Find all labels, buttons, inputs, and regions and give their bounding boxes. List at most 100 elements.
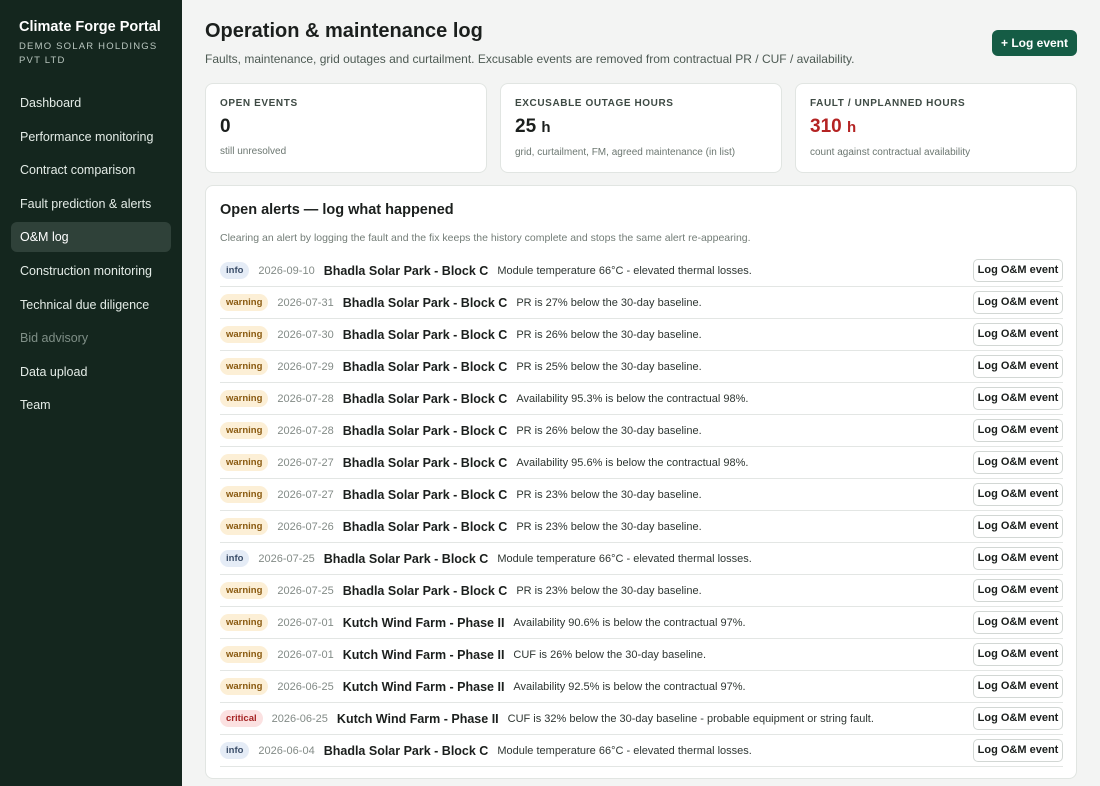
sidebar-item-fault-prediction-alerts[interactable]: Fault prediction & alerts xyxy=(11,189,171,219)
sidebar-item-bid-advisory: Bid advisory xyxy=(20,331,89,346)
alert-row: info 2026-07-25 Bhadla Solar Park - Block … xyxy=(220,543,1063,575)
log-om-event-button[interactable]: Log O&M event xyxy=(973,451,1063,474)
alert-date: 2026-07-25 xyxy=(277,584,334,597)
alert-site: Bhadla Solar Park - Block C xyxy=(342,423,508,438)
severity-badge: warning xyxy=(220,390,269,407)
alert-site: Kutch Wind Farm - Phase II xyxy=(342,615,505,630)
log-event-button[interactable]: + Log event xyxy=(992,30,1077,56)
alert-date: 2026-07-28 xyxy=(277,392,334,405)
sidebar-item-performance-monitoring[interactable]: Performance monitoring xyxy=(11,122,171,152)
alert-row: critical 2026-06-25 Kutch Wind Farm - Phas… xyxy=(220,703,1063,735)
alert-site: Bhadla Solar Park - Block C xyxy=(323,263,489,278)
severity-badge: warning xyxy=(220,326,269,343)
log-om-event-button[interactable]: Log O&M event xyxy=(973,643,1063,666)
alerts-list: info 2026-09-10 Bhadla Solar Park - Block … xyxy=(220,255,1063,767)
sidebar-item-technical-due-diligence[interactable]: Technical due diligence xyxy=(11,290,171,320)
log-om-event-button[interactable]: Log O&M event xyxy=(973,259,1063,282)
severity-badge: info xyxy=(220,262,250,279)
alert-row: warning 2026-07-30 Bhadla Solar Park - Blo… xyxy=(220,319,1063,351)
log-om-event-button[interactable]: Log O&M event xyxy=(973,675,1063,698)
alert-message: Availability 95.6% is below the contract… xyxy=(516,456,749,469)
alert-row: warning 2026-07-28 Bhadla Solar Park - Blo… xyxy=(220,383,1063,415)
sidebar: Climate Forge Portal DEMO SOLAR HOLDINGS… xyxy=(0,0,182,786)
alert-site: Kutch Wind Farm - Phase II xyxy=(342,679,505,694)
alert-site: Bhadla Solar Park - Block C xyxy=(342,359,508,374)
sidebar-item-dashboard[interactable]: Dashboard xyxy=(11,88,171,118)
alert-site: Bhadla Solar Park - Block C xyxy=(323,551,489,566)
page-subtitle: Faults, maintenance, grid outages and cu… xyxy=(205,52,855,66)
alert-message: Availability 92.5% is below the contract… xyxy=(513,680,746,693)
alert-site: Bhadla Solar Park - Block C xyxy=(342,455,508,470)
alert-row: warning 2026-07-28 Bhadla Solar Park - Blo… xyxy=(220,415,1063,447)
card-value-number: 310 xyxy=(810,116,842,137)
alert-date: 2026-06-25 xyxy=(271,712,328,725)
alert-row: info 2026-06-04 Bhadla Solar Park - Block … xyxy=(220,735,1063,767)
log-om-event-button[interactable]: Log O&M event xyxy=(973,483,1063,506)
sidebar-item-o-m-log[interactable]: O&M log xyxy=(11,222,171,253)
main-content: Operation & maintenance log Faults, main… xyxy=(182,0,1100,786)
log-om-event-button[interactable]: Log O&M event xyxy=(973,611,1063,634)
log-om-event-button[interactable]: Log O&M event xyxy=(973,355,1063,378)
severity-badge: warning xyxy=(220,646,269,663)
log-om-event-button[interactable]: Log O&M event xyxy=(973,739,1063,762)
card-value: 0 xyxy=(220,116,472,138)
alert-date: 2026-06-25 xyxy=(277,680,334,693)
alert-date: 2026-07-28 xyxy=(277,424,334,437)
severity-badge: critical xyxy=(220,710,263,727)
alert-row: warning 2026-07-01 Kutch Wind Farm - Phase… xyxy=(220,607,1063,639)
alert-message: Module temperature 66°C - elevated therm… xyxy=(497,552,752,565)
alert-row: warning 2026-07-25 Bhadla Solar Park - Blo… xyxy=(220,575,1063,607)
card-value-number: 25 xyxy=(515,116,537,137)
log-om-event-button[interactable]: Log O&M event xyxy=(973,387,1063,410)
brand-subtitle: DEMO SOLAR HOLDINGS PVT LTD xyxy=(19,41,158,66)
severity-badge: warning xyxy=(220,486,269,503)
panel-title: Open alerts — log what happened xyxy=(220,202,454,218)
sidebar-item-team[interactable]: Team xyxy=(11,390,171,420)
alert-message: Availability 90.6% is below the contract… xyxy=(513,616,746,629)
sidebar-item-construction-monitoring[interactable]: Construction monitoring xyxy=(11,256,171,286)
severity-badge: warning xyxy=(220,614,269,631)
severity-badge: warning xyxy=(220,358,269,375)
sidebar-nav: Dashboard Performance monitoring Contract … xyxy=(0,88,182,420)
alert-date: 2026-07-25 xyxy=(258,552,315,565)
severity-badge: warning xyxy=(220,582,269,599)
alert-date: 2026-07-01 xyxy=(277,616,334,629)
alert-date: 2026-07-31 xyxy=(277,296,334,309)
alert-site: Bhadla Solar Park - Block C xyxy=(342,391,508,406)
sidebar-item-data-upload[interactable]: Data upload xyxy=(11,357,171,387)
alert-site: Bhadla Solar Park - Block C xyxy=(323,743,489,758)
log-om-event-button[interactable]: Log O&M event xyxy=(973,579,1063,602)
severity-badge: warning xyxy=(220,678,269,695)
panel-subtitle: Clearing an alert by logging the fault a… xyxy=(220,232,751,244)
log-om-event-button[interactable]: Log O&M event xyxy=(973,515,1063,538)
log-om-event-button[interactable]: Log O&M event xyxy=(973,323,1063,346)
open-events-card: OPEN EVENTS 0 still unresolved xyxy=(205,83,487,173)
card-note: grid, curtailment, FM, agreed maintenanc… xyxy=(515,147,736,158)
alert-site: Bhadla Solar Park - Block C xyxy=(342,295,508,310)
alert-site: Bhadla Solar Park - Block C xyxy=(342,519,508,534)
card-label: FAULT / UNPLANNED HOURS xyxy=(810,98,966,109)
log-om-event-button[interactable]: Log O&M event xyxy=(973,707,1063,730)
log-om-event-button[interactable]: Log O&M event xyxy=(973,547,1063,570)
card-note: count against contractual availability xyxy=(810,147,971,158)
alert-date: 2026-07-30 xyxy=(277,328,334,341)
log-om-event-button[interactable]: Log O&M event xyxy=(973,419,1063,442)
card-label: EXCUSABLE OUTAGE HOURS xyxy=(515,98,674,109)
card-note: still unresolved xyxy=(220,146,287,157)
alert-message: PR is 23% below the 30-day baseline. xyxy=(516,584,702,597)
sidebar-item-contract-comparison[interactable]: Contract comparison xyxy=(11,155,171,185)
alert-date: 2026-09-10 xyxy=(258,264,315,277)
alert-message: Availability 95.3% is below the contract… xyxy=(516,392,749,405)
alert-date: 2026-07-27 xyxy=(277,456,334,469)
alert-site: Kutch Wind Farm - Phase II xyxy=(342,647,505,662)
log-om-event-button[interactable]: Log O&M event xyxy=(973,291,1063,314)
severity-badge: warning xyxy=(220,518,269,535)
severity-badge: info xyxy=(220,550,250,567)
excusable-outage-card: EXCUSABLE OUTAGE HOURS 25 h grid, curtai… xyxy=(500,83,782,173)
alert-row: warning 2026-07-26 Bhadla Solar Park - Blo… xyxy=(220,511,1063,543)
severity-badge: info xyxy=(220,742,250,759)
card-value-number: 0 xyxy=(220,116,231,137)
alert-row: warning 2026-07-27 Bhadla Solar Park - Blo… xyxy=(220,479,1063,511)
card-value-unit: h xyxy=(846,119,857,136)
alert-message: PR is 26% below the 30-day baseline. xyxy=(516,328,702,341)
